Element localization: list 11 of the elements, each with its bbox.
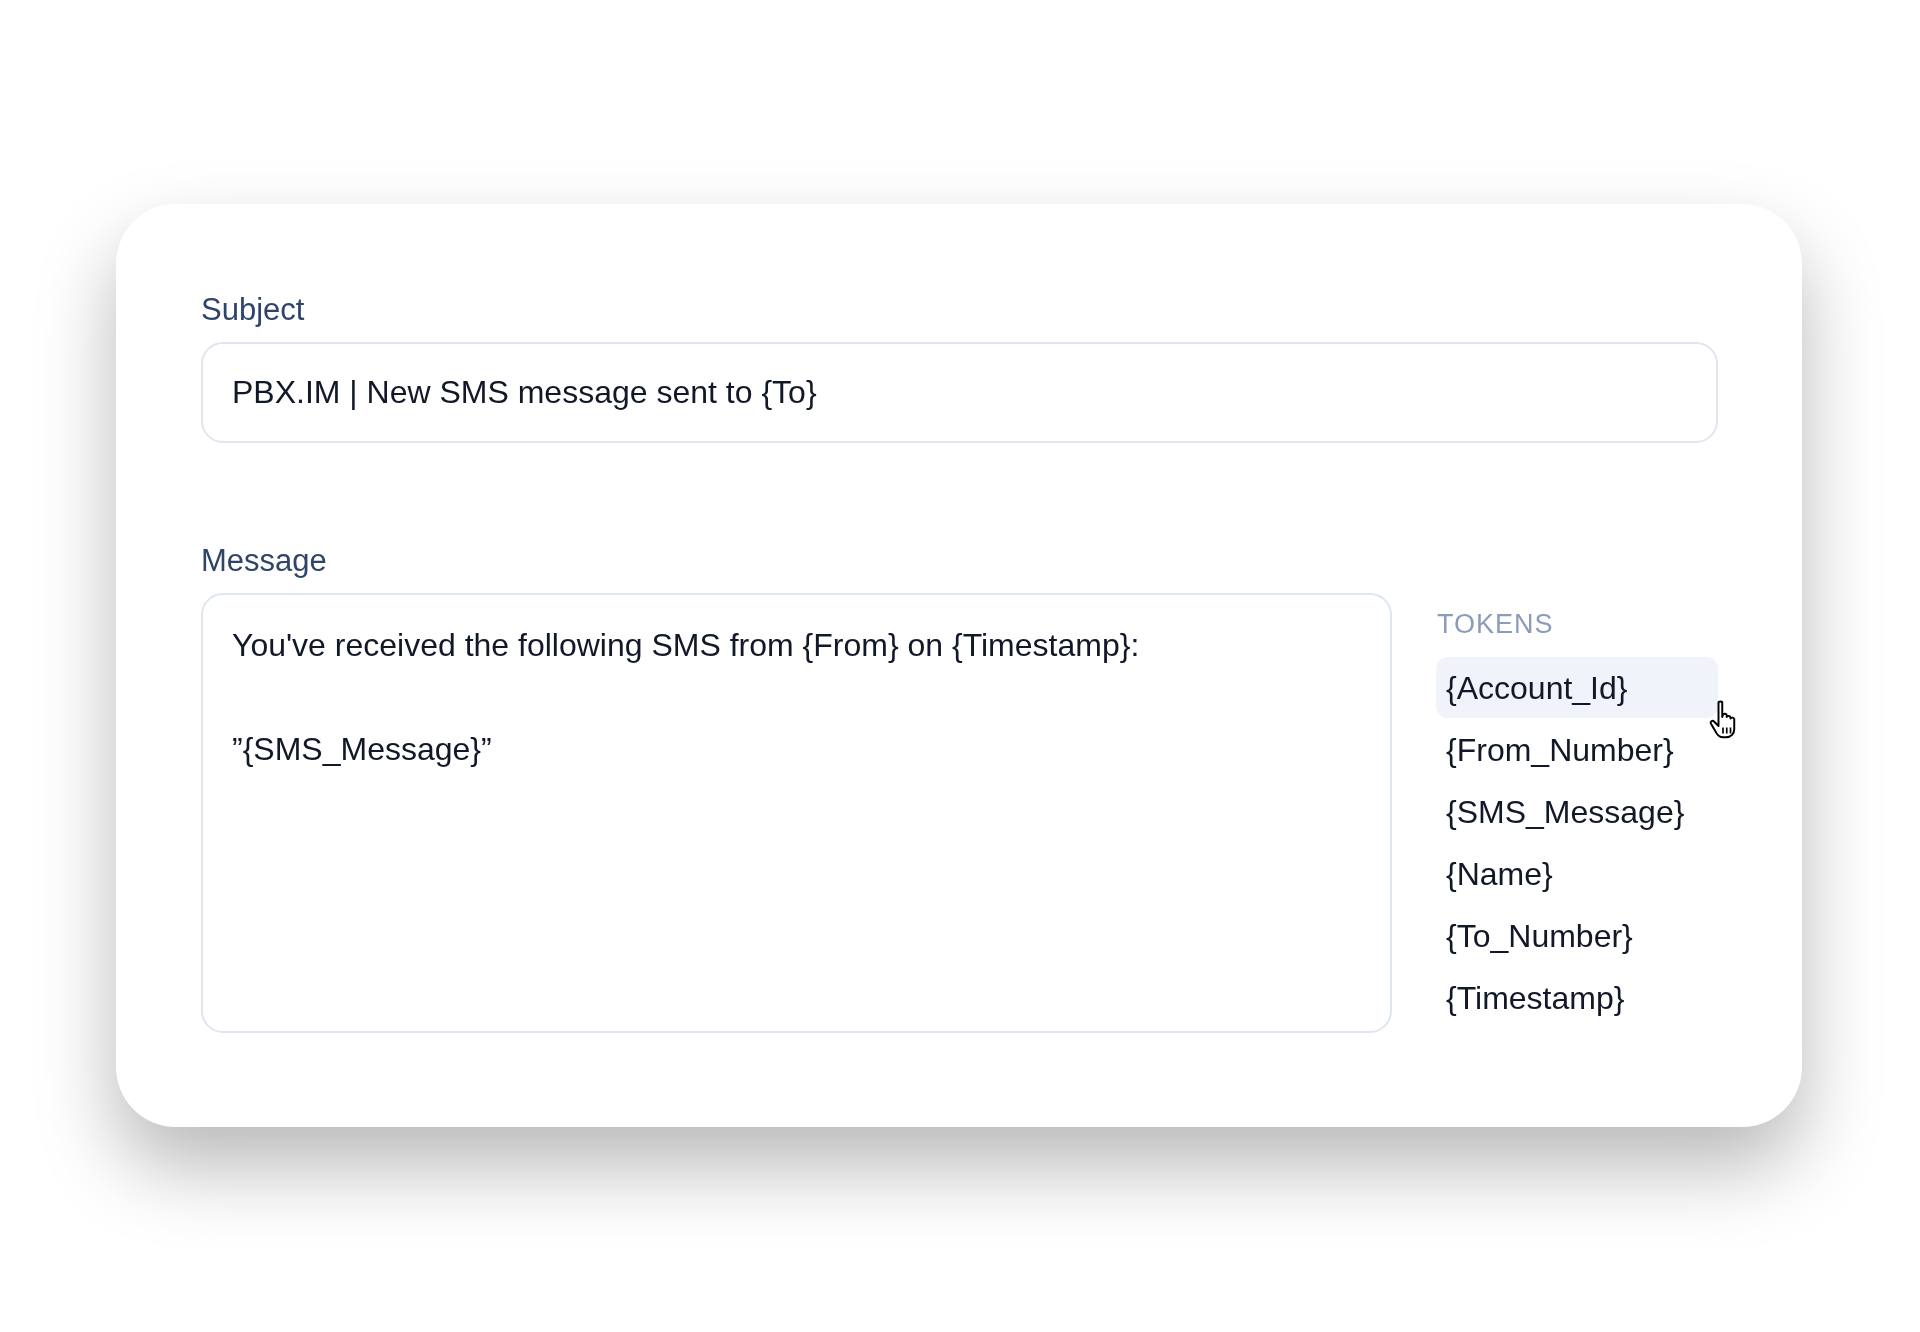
message-field[interactable]: You've received the following SMS from {From} on {Timestamp}: ”{SMS_Message}” — [201, 593, 1392, 1033]
token-item[interactable]: {To_Number} — [1436, 905, 1718, 966]
token-item[interactable]: {Name} — [1436, 843, 1718, 904]
token-item[interactable]: {From_Number} — [1436, 719, 1718, 780]
token-item[interactable]: {Account_Id} — [1436, 657, 1718, 718]
subject-field[interactable]: PBX.IM | New SMS message sent to {To} — [201, 342, 1718, 443]
token-item[interactable]: {SMS_Message} — [1436, 781, 1718, 842]
tokens-heading: TOKENS — [1436, 611, 1555, 641]
subject-label: Subject — [201, 294, 306, 329]
token-item[interactable]: {Timestamp} — [1436, 967, 1718, 1028]
message-label: Message — [201, 545, 328, 580]
